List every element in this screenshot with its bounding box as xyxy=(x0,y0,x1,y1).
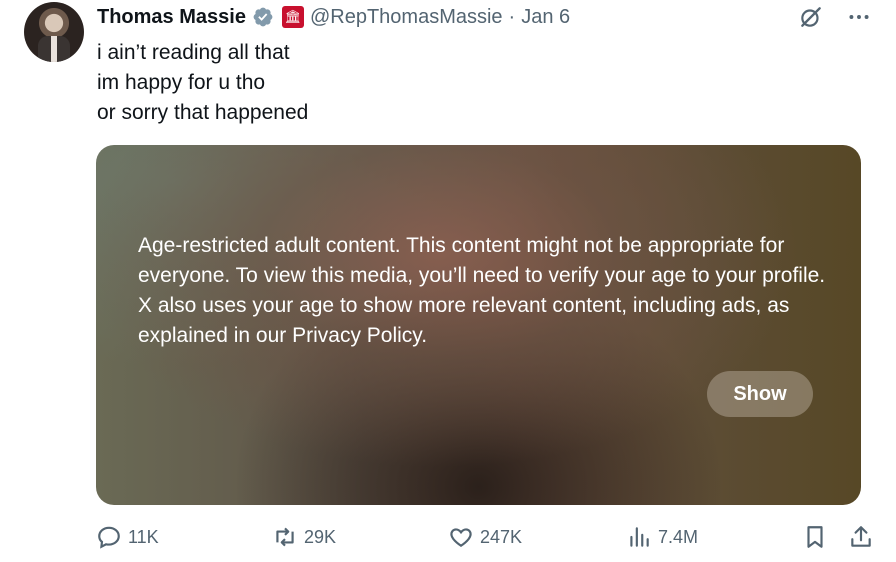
tweet-line: im happy for u tho xyxy=(97,71,266,94)
age-restricted-media: Age-restricted adult content. This conte… xyxy=(96,145,861,505)
share-button[interactable] xyxy=(848,524,874,550)
views-icon xyxy=(630,527,649,547)
verified-badge-icon[interactable] xyxy=(252,6,274,28)
top-actions xyxy=(798,4,872,30)
like-button[interactable]: 247K xyxy=(448,524,522,550)
tweet-header: Thomas Massie 🏛 @RepThomasMassie · Jan 6 xyxy=(97,4,570,30)
like-icon xyxy=(450,528,472,547)
author-name[interactable]: Thomas Massie xyxy=(97,6,246,29)
capitol-affiliation-icon[interactable]: 🏛 xyxy=(281,6,304,28)
tweet-line: i ain’t reading all that xyxy=(97,41,290,64)
avatar[interactable] xyxy=(24,2,84,62)
age-restriction-message: Age-restricted adult content. This conte… xyxy=(138,234,826,347)
views-count: 7.4M xyxy=(658,526,699,547)
reply-button[interactable]: 11K xyxy=(96,524,159,550)
bookmark-button[interactable] xyxy=(802,524,828,550)
tweet-date[interactable]: Jan 6 xyxy=(521,6,570,29)
like-count: 247K xyxy=(480,526,523,547)
share-icon xyxy=(851,526,871,547)
bookmark-icon xyxy=(807,526,823,548)
views-button[interactable]: 7.4M xyxy=(626,524,698,550)
repost-icon xyxy=(276,527,294,547)
grok-icon[interactable] xyxy=(798,4,824,30)
reply-icon xyxy=(98,526,120,549)
more-icon[interactable] xyxy=(846,4,872,30)
show-media-button[interactable]: Show xyxy=(707,371,813,417)
tweet-text: i ain’t reading all that im happy for u … xyxy=(97,38,308,128)
tweet-actions: 11K 29K 247K 7.4M xyxy=(96,524,876,554)
repost-count: 29K xyxy=(304,526,337,547)
repost-button[interactable]: 29K xyxy=(272,524,336,550)
author-handle[interactable]: @RepThomasMassie xyxy=(310,6,503,29)
separator: · xyxy=(508,5,516,28)
tweet-line: or sorry that happened xyxy=(97,101,309,124)
reply-count: 11K xyxy=(128,526,159,547)
